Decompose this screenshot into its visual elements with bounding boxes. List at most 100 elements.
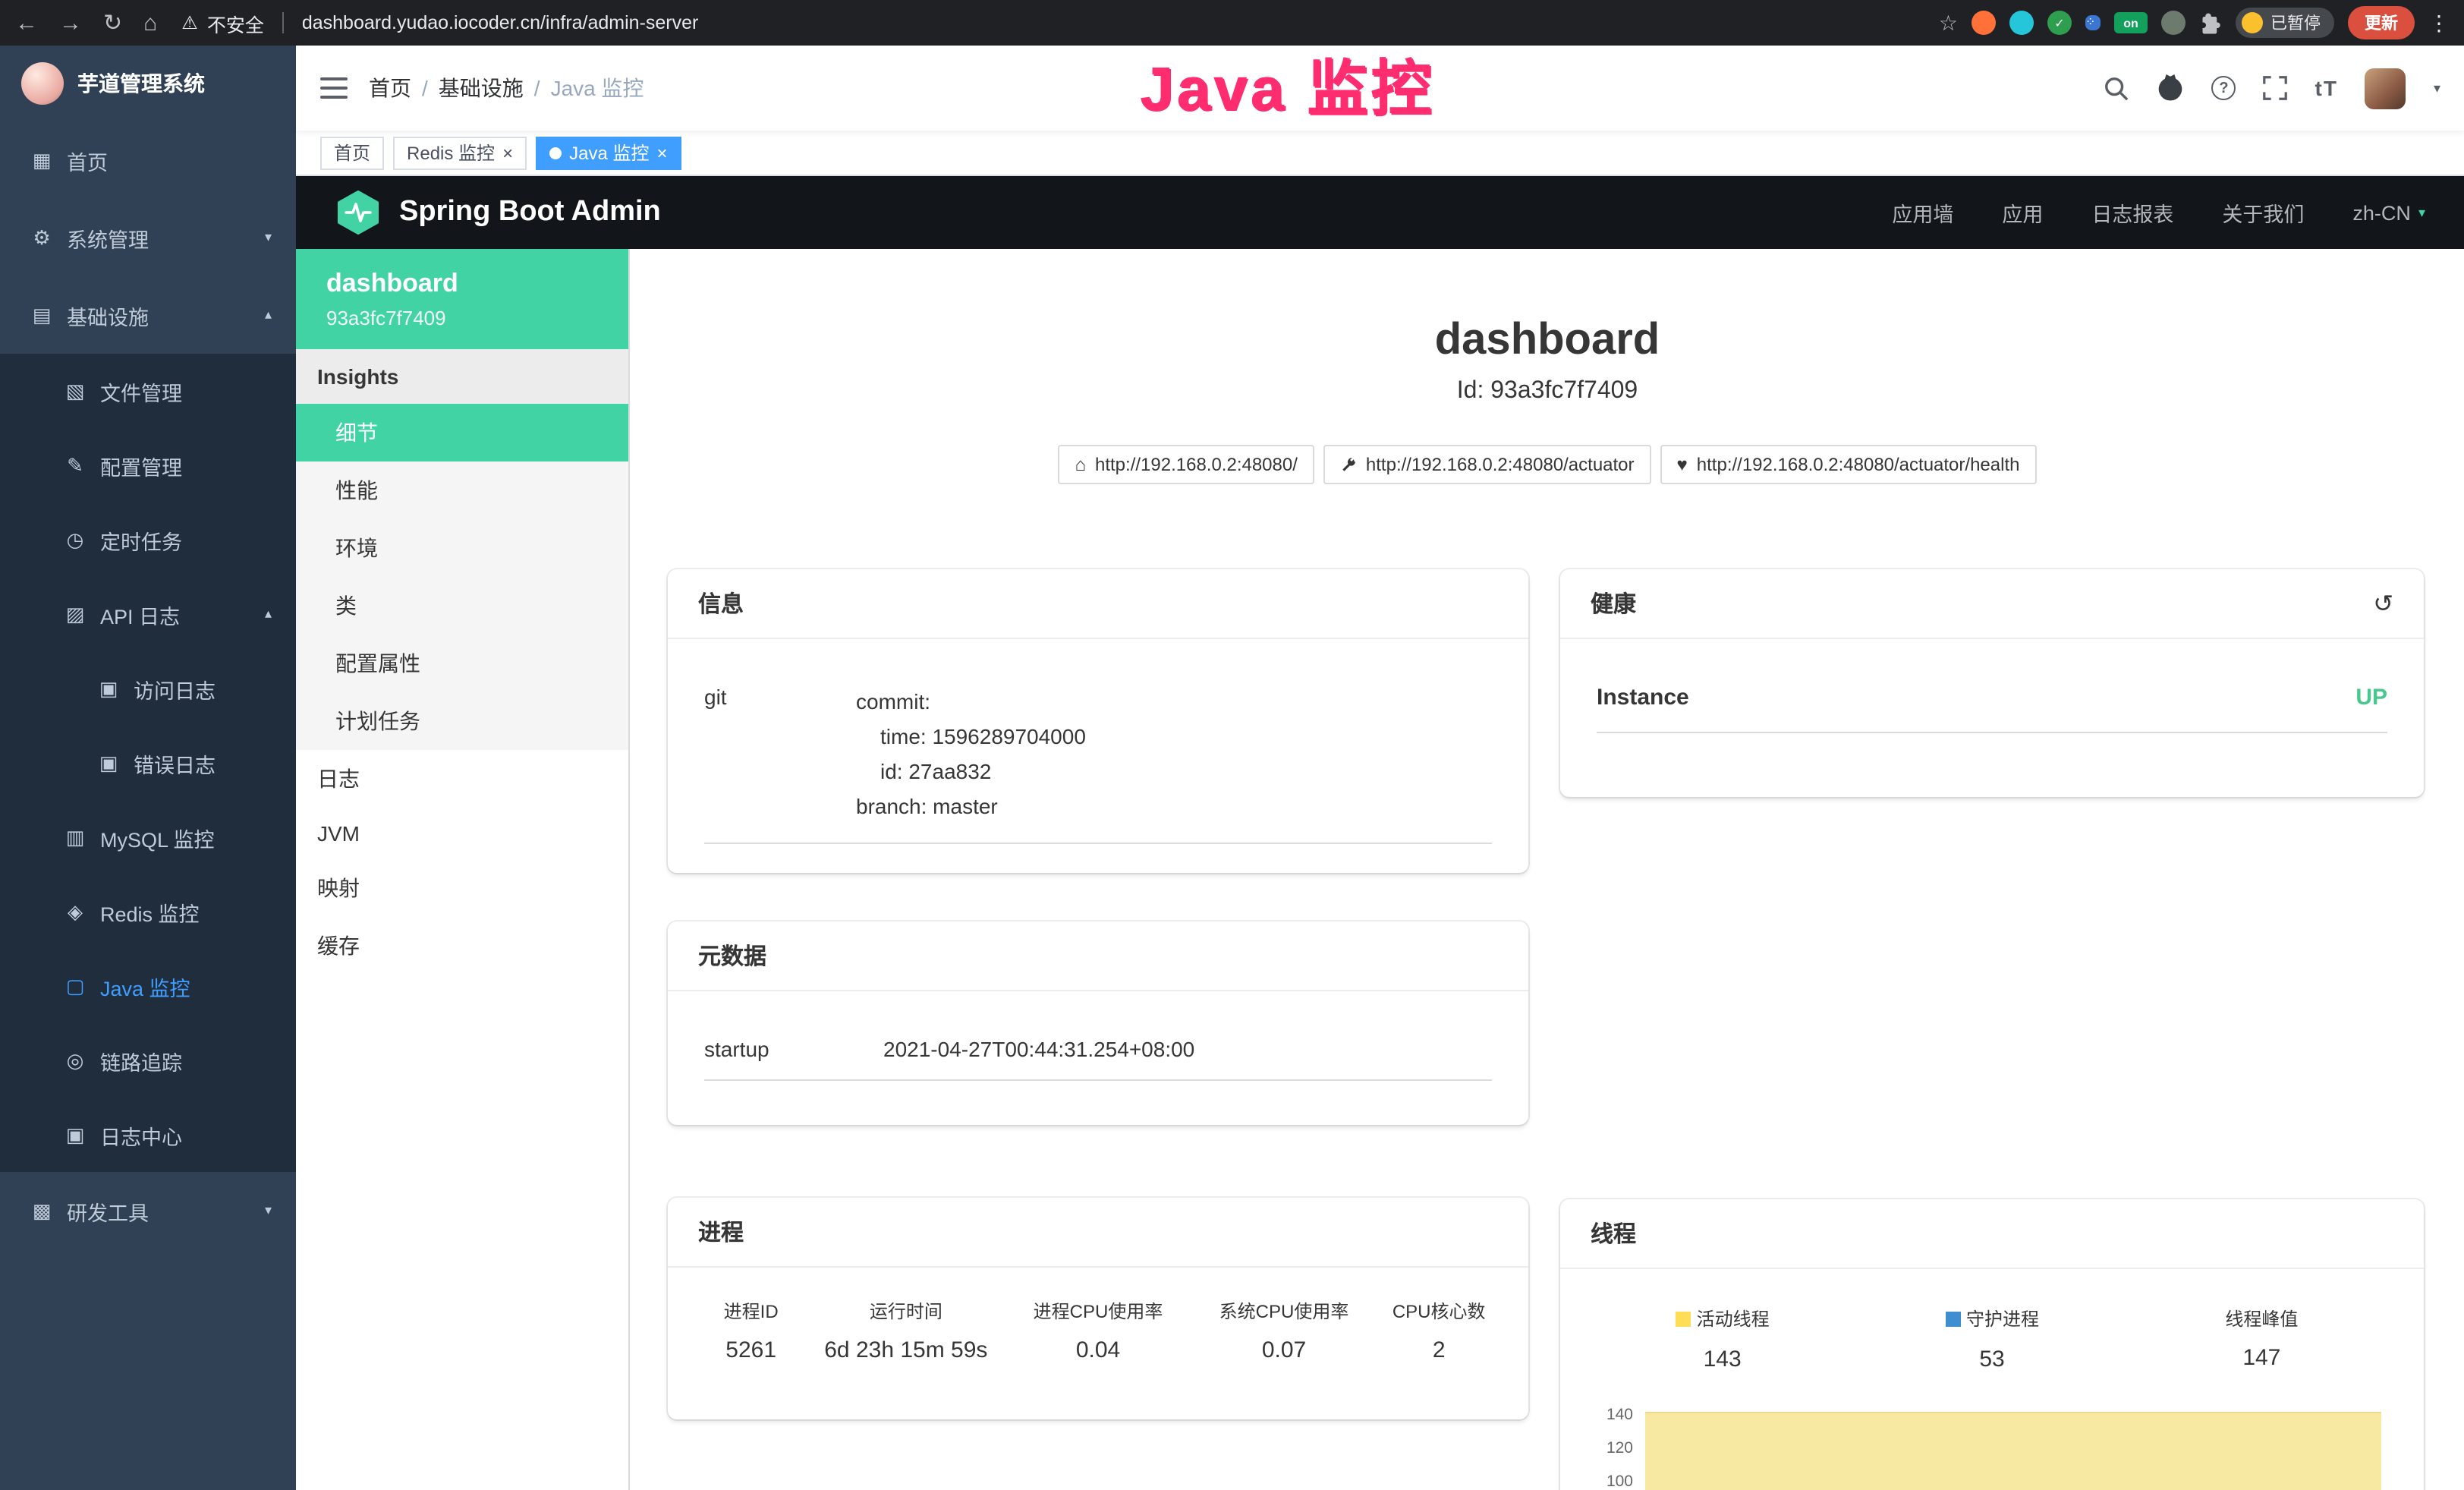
top-navbar: 首页 / 基础设施 / Java 监控 Java 监控 ? tT ▾ <box>296 46 2464 131</box>
sba-menu-details[interactable]: 细节 <box>296 404 628 461</box>
breadcrumb-home[interactable]: 首页 <box>369 73 411 103</box>
profile-paused-pill[interactable]: 已暂停 <box>2236 8 2334 38</box>
legend-swatch-blue <box>1945 1311 1960 1326</box>
sidebar-item-dev-tools[interactable]: ▩ 研发工具 ▾ <box>0 1172 296 1249</box>
instance-id: 93a3fc7f7409 <box>326 307 628 329</box>
back-icon[interactable]: ← <box>15 11 38 34</box>
sidebar-item-label: MySQL 监控 <box>100 822 215 852</box>
sidebar-item-label: Redis 监控 <box>100 896 200 927</box>
tab-java-monitor[interactable]: Java 监控 × <box>536 136 681 169</box>
info-card-title: 信息 <box>668 569 1528 639</box>
threads-card-title: 线程 <box>1560 1199 2424 1269</box>
stat-label: 进程CPU使用率 <box>999 1298 1197 1324</box>
sidebar-item-label: 配置管理 <box>100 450 182 480</box>
sba-menu-caches[interactable]: 缓存 <box>296 917 628 975</box>
sba-menu-metrics[interactable]: 性能 <box>296 461 628 519</box>
instance-name: dashboard <box>326 269 628 299</box>
sba-menu-logs[interactable]: 日志 <box>296 750 628 808</box>
dashboard-icon: ▦ <box>30 148 53 172</box>
breadcrumb-separator: / <box>422 76 428 100</box>
infrastructure-icon: ▤ <box>30 303 53 327</box>
sidebar-item-access-logs[interactable]: ▣ 访问日志 <box>0 651 296 726</box>
sidebar-item-java-monitor[interactable]: ▢ Java 监控 <box>0 949 296 1023</box>
sba-menu-mappings[interactable]: 映射 <box>296 859 628 917</box>
extension-on-badge[interactable]: on <box>2114 12 2148 33</box>
update-button[interactable]: 更新 <box>2348 6 2415 39</box>
fullscreen-icon[interactable] <box>2264 76 2288 100</box>
search-icon[interactable] <box>2104 75 2130 101</box>
sba-nav-wallboard[interactable]: 应用墙 <box>1892 197 1953 228</box>
sba-menu-classes[interactable]: 类 <box>296 577 628 635</box>
sidebar-item-infrastructure[interactable]: ▤ 基础设施 ▴ <box>0 276 296 354</box>
sidebar-item-scheduled-jobs[interactable]: ◷ 定时任务 <box>0 502 296 577</box>
address-bar[interactable]: ⚠ 不安全 dashboard.yudao.iocoder.cn/infra/a… <box>181 8 1939 37</box>
close-icon[interactable]: × <box>656 142 667 163</box>
actuator-url-link[interactable]: http://192.168.0.2:48080/actuator <box>1323 445 1651 484</box>
sidebar-item-file-mgmt[interactable]: ▧ 文件管理 <box>0 354 296 428</box>
app-title: 芋道管理系统 <box>77 68 205 99</box>
browser-home-icon[interactable]: ⌂ <box>143 11 157 34</box>
tab-redis-monitor[interactable]: Redis 监控 × <box>393 136 527 169</box>
breadcrumb-infrastructure[interactable]: 基础设施 <box>439 73 524 103</box>
bookmark-star-icon[interactable]: ☆ <box>1939 10 1958 36</box>
font-size-icon[interactable]: tT <box>2315 76 2338 100</box>
health-card: 健康 ↺ Instance UP <box>1560 569 2424 797</box>
language-selector[interactable]: zh-CN ▾ <box>2352 201 2425 224</box>
tab-label: Java 监控 <box>569 140 649 165</box>
sba-menu-environment[interactable]: 环境 <box>296 519 628 577</box>
sidebar-item-api-logs[interactable]: ▨ API 日志 ▴ <box>0 577 296 651</box>
sba-nav-about[interactable]: 关于我们 <box>2222 197 2304 228</box>
stat-label: 进程ID <box>689 1298 813 1324</box>
language-label: zh-CN <box>2352 201 2411 224</box>
sba-nav-applications[interactable]: 应用 <box>2002 197 2043 228</box>
sba-menu-scheduled-tasks[interactable]: 计划任务 <box>296 692 628 750</box>
help-icon[interactable]: ? <box>2212 76 2236 100</box>
extension-fox-icon[interactable] <box>1972 11 1996 35</box>
hamburger-icon[interactable] <box>320 76 348 100</box>
health-url-link[interactable]: ♥ http://192.168.0.2:48080/actuator/heal… <box>1660 445 2037 484</box>
close-icon[interactable]: × <box>502 142 513 163</box>
service-url-link[interactable]: ⌂ http://192.168.0.2:48080/ <box>1059 445 1314 484</box>
sidebar-item-mysql-monitor[interactable]: ▥ MySQL 监控 <box>0 800 296 874</box>
sba-menu-jvm[interactable]: JVM <box>296 808 628 859</box>
user-avatar[interactable] <box>2365 68 2406 109</box>
legend-daemon-threads: 守护进程 <box>1945 1306 2039 1331</box>
forward-icon[interactable]: → <box>59 11 82 34</box>
tools-icon: ▩ <box>30 1199 53 1223</box>
sba-menu-config-props[interactable]: 配置属性 <box>296 635 628 692</box>
profile-avatar-icon <box>2242 12 2263 33</box>
legend-value: 53 <box>1857 1346 2126 1372</box>
sidebar-item-tracing[interactable]: ◎ 链路追踪 <box>0 1023 296 1098</box>
extension-drop-icon[interactable] <box>2009 11 2034 35</box>
sidebar-item-log-center[interactable]: ▣ 日志中心 <box>0 1098 296 1172</box>
log-center-icon: ▣ <box>64 1123 87 1147</box>
sidebar-item-config-mgmt[interactable]: ✎ 配置管理 <box>0 428 296 502</box>
refresh-icon[interactable]: ↻ <box>103 11 122 34</box>
avatar-caret-icon[interactable]: ▾ <box>2434 80 2440 96</box>
instance-header[interactable]: dashboard 93a3fc7f7409 <box>296 249 628 349</box>
history-icon[interactable]: ↺ <box>2373 588 2393 619</box>
extension-green-icon[interactable]: ✓ <box>2047 11 2072 35</box>
warning-icon: ⚠ <box>181 12 198 33</box>
link-text: http://192.168.0.2:48080/ <box>1095 454 1298 475</box>
extensions-puzzle-icon[interactable] <box>2199 11 2222 34</box>
sidebar-item-redis-monitor[interactable]: ◈ Redis 监控 <box>0 874 296 949</box>
stat-label: 运行时间 <box>813 1298 999 1324</box>
extension-grid-icon[interactable]: ⁘ <box>2085 15 2101 30</box>
sidebar-item-home[interactable]: ▦ 首页 <box>0 121 296 199</box>
sidebar-item-label: 访问日志 <box>134 673 216 704</box>
paused-label: 已暂停 <box>2270 11 2321 35</box>
metadata-card-title: 元数据 <box>668 921 1528 991</box>
tab-home[interactable]: 首页 <box>320 136 384 169</box>
browser-menu-kebab-icon[interactable]: ⋮ <box>2428 10 2450 36</box>
cards-area: 信息 git commit: time: 1596289704000 id: 2… <box>630 569 2464 1490</box>
doc-icon: ▣ <box>97 751 120 775</box>
sba-nav-journal[interactable]: 日志报表 <box>2091 197 2173 228</box>
sidebar-item-error-logs[interactable]: ▣ 错误日志 <box>0 726 296 800</box>
legend-swatch-yellow <box>1676 1311 1691 1326</box>
app-logo[interactable]: 芋道管理系统 <box>0 46 296 121</box>
extension-leaf-icon[interactable] <box>2161 11 2186 35</box>
threads-legend: 活动线程 143 守护进程 53 线程峰值 <box>1588 1306 2396 1372</box>
sidebar-item-system-mgmt[interactable]: ⚙ 系统管理 ▾ <box>0 199 296 276</box>
github-icon[interactable] <box>2157 74 2185 102</box>
